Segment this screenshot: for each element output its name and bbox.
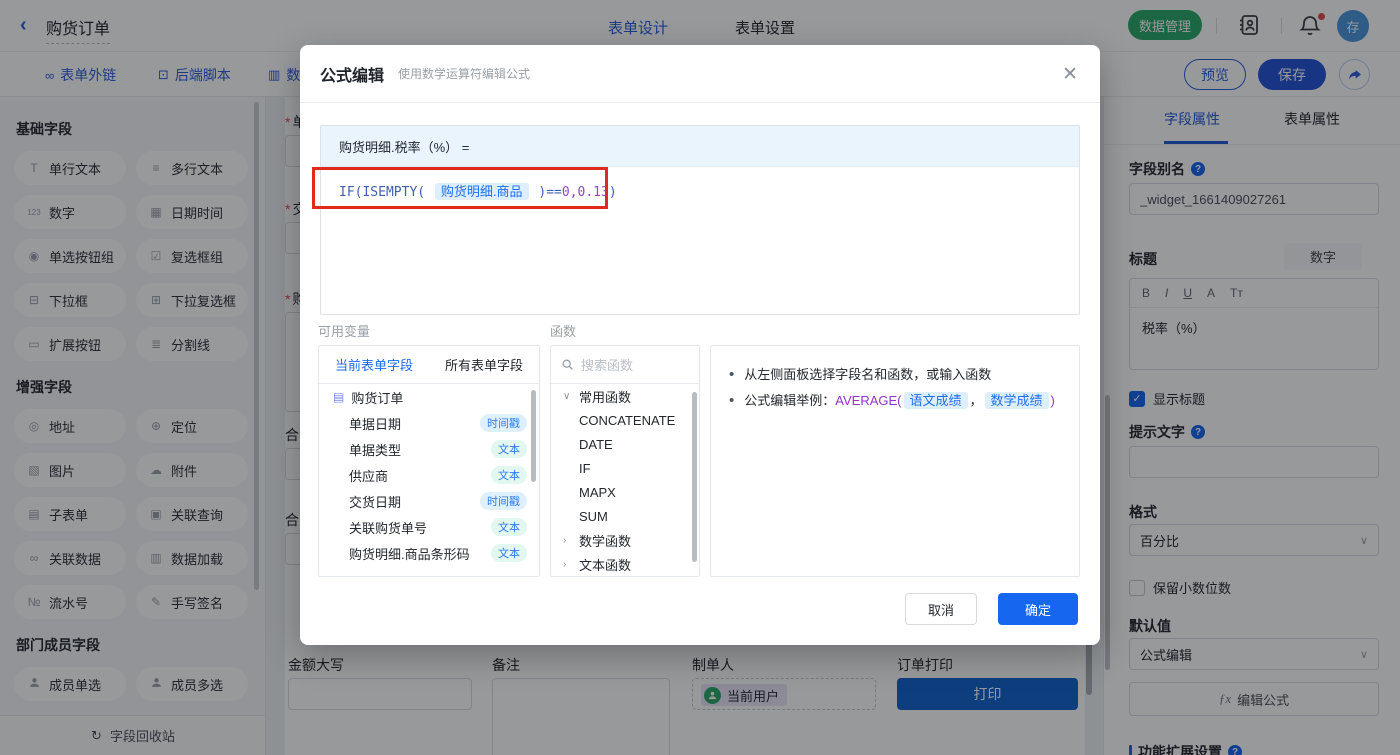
function-group-label: 数学函数 [579, 533, 632, 549]
variable-type-badge: 文本 [491, 518, 527, 536]
variable-name: 单据类型 [349, 442, 402, 458]
function-group-文本函数[interactable]: › 文本函数 [551, 552, 699, 576]
function-item-CONCATENATE[interactable]: CONCATENATE [551, 408, 699, 432]
variable-row[interactable]: 单据类型 文本 [319, 436, 539, 462]
variables-panel: 当前表单字段 所有表单字段 ▤ 购货订单 单据日期 时间戳 单据类型 文本 供应商 文本交… [318, 345, 540, 577]
formula-editor-modal: 公式编辑 使用数学运算符编辑公式 ✕ 购货明细.税率（%） = IF(ISEMP… [300, 45, 1100, 645]
variable-row[interactable]: 购货明细.商品条形码 文本 [319, 540, 539, 566]
chevron-right-icon: › [563, 558, 567, 570]
function-search[interactable]: 搜索函数 [551, 346, 699, 384]
function-group-label: 文本函数 [579, 557, 632, 573]
modal-title: 公式编辑 [320, 67, 385, 85]
function-group-数学函数[interactable]: › 数学函数 [551, 528, 699, 552]
variable-type-badge: 时间戳 [480, 414, 527, 432]
formula-text-segment: ) [1050, 393, 1055, 408]
tip-line: • 从左侧面板选择字段名和函数，或输入函数 [729, 362, 1061, 388]
formula-text-segment: ， [969, 393, 983, 408]
variables-section-label: 可用变量 [318, 324, 371, 339]
field-chip[interactable]: 数学成绩 [984, 392, 1049, 409]
formula-text-segment: ) [608, 185, 617, 200]
formula-target: 购货明细.税率（%） = [321, 126, 1079, 167]
functions-panel: 搜索函数 ∨ 常用函数 CONCATENATE DATE IF MAPX SUM › 数学函数 ›… [550, 345, 700, 577]
functions-section-label: 函数 [550, 324, 577, 339]
function-item-IF[interactable]: IF [551, 456, 699, 480]
variable-row[interactable]: 关联购货单号 文本 [319, 514, 539, 540]
tab-all-form-fields[interactable]: 所有表单字段 [429, 355, 539, 374]
modal-header: 公式编辑 使用数学运算符编辑公式 [300, 45, 1100, 103]
tree-root-label: 购货订单 [351, 390, 404, 406]
function-item-SUM[interactable]: SUM [551, 504, 699, 528]
function-group-label: 常用函数 [579, 389, 632, 405]
annotation-red-box [312, 167, 608, 209]
search-icon [562, 359, 573, 370]
variable-name: 单据日期 [349, 416, 402, 432]
chevron-right-icon: › [563, 534, 567, 546]
variable-row[interactable]: 单据日期 时间戳 [319, 410, 539, 436]
field-chip[interactable]: 语文成绩 [903, 392, 968, 409]
variable-type-badge: 文本 [491, 544, 527, 562]
variable-row[interactable]: 交货日期 时间戳 [319, 488, 539, 514]
functions-scrollbar[interactable] [692, 392, 697, 562]
variable-name: 供应商 [349, 468, 389, 484]
search-placeholder: 搜索函数 [581, 358, 634, 373]
document-icon: ▤ [333, 390, 345, 404]
formula-text-segment: 公式编辑举例： [744, 393, 836, 408]
tree-root[interactable]: ▤ 购货订单 [319, 384, 539, 410]
variable-type-badge: 文本 [491, 466, 527, 484]
variable-name: 交货日期 [349, 494, 402, 510]
formula-box: 购货明细.税率（%） = IF(ISEMPTY( 购货明细.商品 )==0,0.… [320, 125, 1080, 315]
variable-row[interactable]: 供应商 文本 [319, 462, 539, 488]
modal-subtitle: 使用数学运算符编辑公式 [398, 67, 531, 81]
variable-name: 关联购货单号 [349, 520, 428, 536]
confirm-button[interactable]: 确定 [998, 593, 1078, 625]
variable-type-badge: 文本 [491, 440, 527, 458]
tab-current-form-fields[interactable]: 当前表单字段 [319, 355, 429, 374]
chevron-down-icon: ∨ [563, 390, 571, 402]
variable-name: 购货明细.商品条形码 [349, 546, 470, 562]
function-item-DATE[interactable]: DATE [551, 432, 699, 456]
variables-tabs: 当前表单字段 所有表单字段 [319, 346, 539, 384]
variables-scrollbar[interactable] [531, 390, 536, 482]
function-group-常用函数[interactable]: ∨ 常用函数 [551, 384, 699, 408]
bullet-icon: • [729, 366, 735, 383]
tips-panel: • 从左侧面板选择字段名和函数，或输入函数 • 公式编辑举例：AVERAGE(语… [710, 345, 1080, 577]
function-item-MAPX[interactable]: MAPX [551, 480, 699, 504]
variable-type-badge: 时间戳 [480, 492, 527, 510]
form-designer-app: ‹ 购货订单 表单设计 表单设置 数据管理 存 ∞表单外链⊡后端脚本▥数据权限 … [0, 0, 1400, 755]
tip-line: • 公式编辑举例：AVERAGE(语文成绩，数学成绩) [729, 388, 1061, 414]
formula-text-segment: AVERAGE( [835, 393, 902, 408]
bullet-icon: • [729, 392, 735, 409]
cancel-button[interactable]: 取消 [905, 593, 977, 625]
close-icon[interactable]: ✕ [1062, 63, 1078, 86]
